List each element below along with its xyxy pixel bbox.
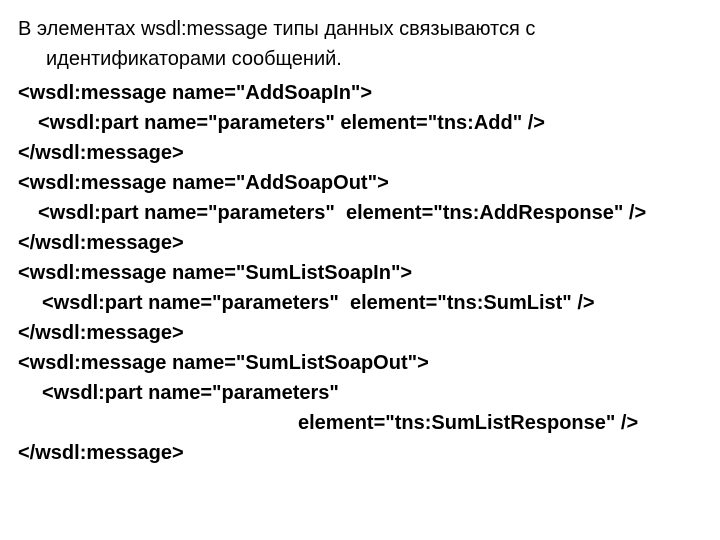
code-line-6: </wsdl:message> [18, 228, 702, 258]
code-line-10: <wsdl:message name="SumListSoapOut"> [18, 348, 702, 378]
code-line-7: <wsdl:message name="SumListSoapIn"> [18, 258, 702, 288]
code-line-8: <wsdl:part name="parameters" element="tn… [18, 288, 702, 318]
code-line-1: <wsdl:message name="AddSoapIn"> [18, 78, 702, 108]
code-line-2: <wsdl:part name="parameters" element="tn… [18, 108, 702, 138]
code-line-11: <wsdl:part name="parameters" [18, 378, 702, 408]
code-line-9: </wsdl:message> [18, 318, 702, 348]
code-line-4: <wsdl:message name="AddSoapOut"> [18, 168, 702, 198]
code-line-12: element="tns:SumListResponse" /> [18, 408, 702, 438]
code-line-5: <wsdl:part name="parameters" element="tn… [18, 198, 702, 228]
code-line-13: </wsdl:message> [18, 438, 702, 468]
code-line-3: </wsdl:message> [18, 138, 702, 168]
intro-text: В элементах wsdl:message типы данных свя… [46, 14, 702, 74]
